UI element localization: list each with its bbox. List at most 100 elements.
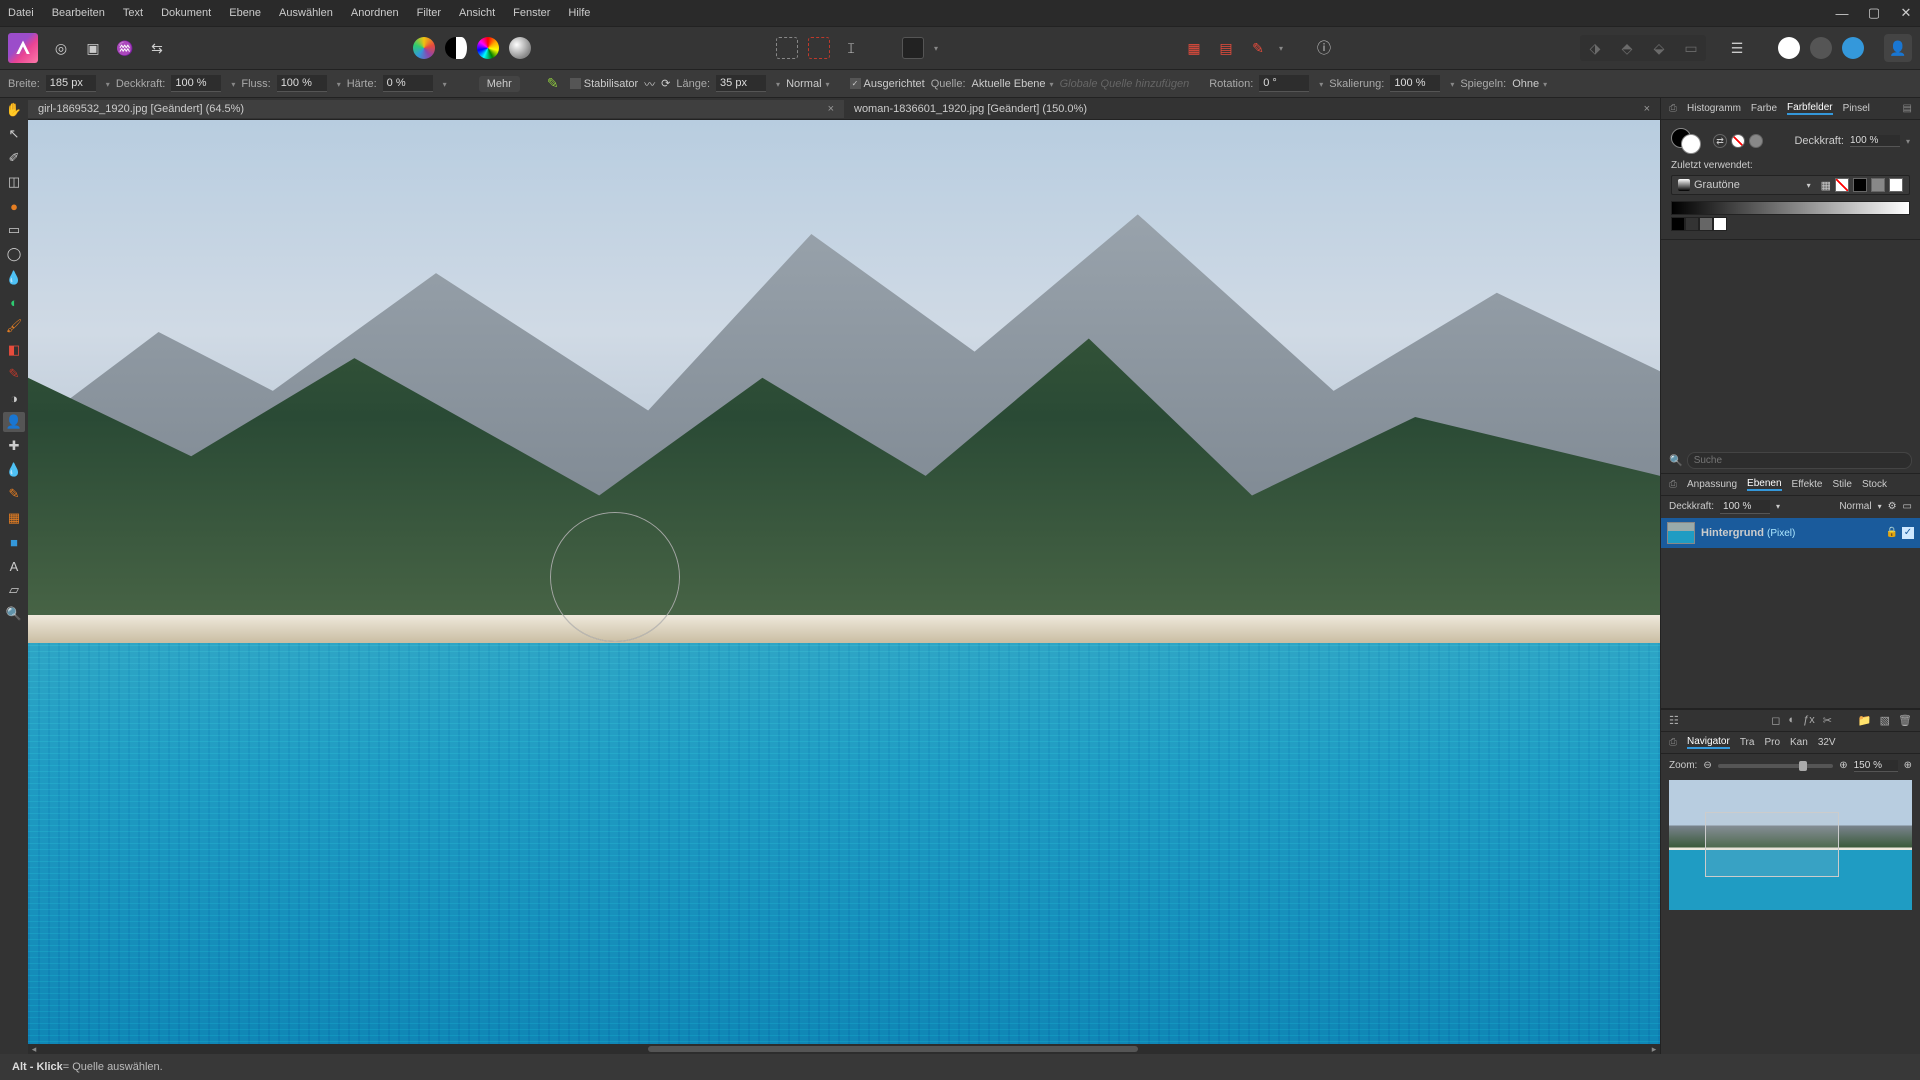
menu-help[interactable]: Hilfe (568, 7, 590, 19)
crop-tool-icon[interactable]: ◫ (3, 172, 25, 192)
menu-window[interactable]: Fenster (513, 7, 550, 19)
hardness-input[interactable] (383, 75, 433, 92)
document-tab-2[interactable]: woman-1836601_1920.jpg [Geändert] (150.0… (844, 100, 1660, 118)
develop-persona-icon[interactable]: ♒ (114, 37, 136, 59)
layer-blend-select[interactable]: Normal (1839, 501, 1871, 512)
length-dropdown-icon[interactable] (772, 78, 780, 90)
menu-text[interactable]: Text (123, 7, 143, 19)
layer-visible-checkbox[interactable]: ✓ (1902, 527, 1914, 539)
shape-tool-icon[interactable]: ■ (3, 532, 25, 552)
blur-tool-icon[interactable]: 💧 (3, 460, 25, 480)
mask-icon[interactable]: ◻ (1771, 714, 1780, 727)
menu-select[interactable]: Auswählen (279, 7, 333, 19)
width-dropdown-icon[interactable] (102, 78, 110, 90)
retouch-tool-icon[interactable]: ✎ (3, 484, 25, 504)
perspective-tool-icon[interactable]: ▱ (3, 580, 25, 600)
color-picker-tool-icon[interactable]: ✐ (3, 148, 25, 168)
close-tab-icon[interactable]: × (1644, 103, 1650, 115)
fx-icon[interactable]: ƒx (1803, 714, 1815, 727)
snap-icon[interactable]: ✎ (1247, 37, 1269, 59)
zoom-input[interactable] (1854, 760, 1898, 772)
mirror-select[interactable]: Ohne (1512, 78, 1547, 90)
scale-dropdown-icon[interactable] (1446, 78, 1454, 90)
tab-layers[interactable]: Ebenen (1747, 478, 1781, 491)
menu-layer[interactable]: Ebene (229, 7, 261, 19)
quickmask-icon[interactable]: 𝙸 (840, 37, 862, 59)
none-color-icon[interactable] (1731, 134, 1745, 148)
minimize-button[interactable]: — (1832, 6, 1852, 21)
menu-edit[interactable]: Bearbeiten (52, 7, 105, 19)
pen-tool-icon[interactable]: ✎ (3, 364, 25, 384)
gradient-tool-icon[interactable]: ◐ (3, 292, 25, 312)
arrange-icon[interactable]: ☰ (1726, 37, 1748, 59)
blend-ranges-icon[interactable]: ☷ (1669, 714, 1679, 727)
tab-adjustment[interactable]: Anpassung (1687, 479, 1737, 490)
info-icon[interactable]: ⓘ (1313, 37, 1335, 59)
swatch-white-icon[interactable] (1889, 178, 1903, 192)
document-tab-1[interactable]: girl-1869532_1920.jpg [Geändert] (64.5%)… (28, 100, 844, 118)
menu-filter[interactable]: Filter (417, 7, 441, 19)
length-input[interactable] (716, 75, 766, 92)
photo-persona-icon[interactable]: ◎ (50, 37, 72, 59)
tab-stock[interactable]: Stock (1862, 479, 1887, 490)
aligned-checkbox[interactable]: ✓Ausgerichtet (850, 78, 925, 90)
stabilizer-checkbox[interactable]: Stabilisator (570, 78, 638, 90)
swatch[interactable] (1685, 217, 1699, 231)
adjustment-icon[interactable]: ◐ (1788, 714, 1795, 727)
close-tab-icon[interactable]: × (828, 103, 834, 115)
menu-file[interactable]: Datei (8, 7, 34, 19)
flow-input[interactable] (277, 75, 327, 92)
canvas[interactable]: ◂ ▸ (28, 120, 1660, 1054)
source-select[interactable]: Aktuelle Ebene (972, 78, 1054, 90)
healing-tool-icon[interactable]: ✚ (3, 436, 25, 456)
pick-color-icon[interactable] (1749, 134, 1763, 148)
text-tool-icon[interactable]: A (3, 556, 25, 576)
group-icon[interactable]: 📁 (1858, 714, 1872, 727)
rotation-input[interactable] (1259, 75, 1309, 92)
window-mode-icon[interactable]: ⟳ (661, 77, 670, 90)
lasso-tool-icon[interactable]: ◯ (3, 244, 25, 264)
tab-protocol[interactable]: Pro (1764, 737, 1780, 748)
account-icon[interactable]: 👤 (1884, 34, 1912, 62)
selection-brush-tool-icon[interactable]: ● (3, 196, 25, 216)
color-opacity-input[interactable] (1850, 135, 1900, 147)
paint-brush-tool-icon[interactable]: 🖌 (3, 316, 25, 336)
menu-arrange[interactable]: Anordnen (351, 7, 399, 19)
mesh-tool-icon[interactable]: ▦ (3, 508, 25, 528)
export-persona-icon[interactable]: ⇆ (146, 37, 168, 59)
move-tool-icon[interactable]: ↖ (3, 124, 25, 144)
guides-icon[interactable]: ▤ (1215, 37, 1237, 59)
tab-32bit[interactable]: 32V (1818, 737, 1836, 748)
maximize-button[interactable]: ▢ (1864, 5, 1884, 21)
search-input[interactable] (1687, 452, 1912, 469)
layer-lock-icon[interactable]: ▭ (1903, 501, 1912, 512)
tab-navigator[interactable]: Navigator (1687, 736, 1730, 749)
swatch[interactable] (1713, 217, 1727, 231)
crop-layer-icon[interactable]: ✂ (1823, 714, 1832, 727)
zoom-in-icon[interactable]: ⊕ (1839, 760, 1847, 771)
zoom-slider-handle[interactable] (1799, 761, 1807, 771)
greyscale-icon[interactable] (445, 37, 467, 59)
scale-input[interactable] (1390, 75, 1440, 92)
hue-icon[interactable] (477, 37, 499, 59)
zoom-tool-icon[interactable]: 🔍 (3, 604, 25, 624)
layer-row[interactable]: Hintergrund (Pixel) 🔒 ✓ (1661, 518, 1920, 548)
hardness-dropdown-icon[interactable] (439, 78, 447, 90)
blend-mode-select[interactable]: Normal (786, 78, 829, 90)
opacity-dropdown-icon[interactable] (227, 78, 235, 90)
layer-gear-icon[interactable]: ⚙ (1888, 501, 1897, 512)
crop-dropdown-icon[interactable]: ▾ (934, 44, 938, 53)
tab-effects[interactable]: Effekte (1792, 479, 1823, 490)
swatch-grid-icon[interactable]: ▦ (1821, 179, 1831, 192)
swatch[interactable] (1671, 217, 1685, 231)
scroll-thumb[interactable] (648, 1046, 1138, 1052)
tab-color[interactable]: Farbe (1751, 103, 1777, 114)
snap-dropdown-icon[interactable]: ▾ (1279, 44, 1283, 53)
more-button[interactable]: Mehr (479, 76, 520, 92)
tab-transform[interactable]: Tra (1740, 737, 1755, 748)
colorwheel-icon[interactable] (413, 37, 435, 59)
liquify-persona-icon[interactable]: ▣ (82, 37, 104, 59)
layer-lock-toggle-icon[interactable]: 🔒 (1886, 527, 1898, 539)
horizontal-scrollbar[interactable]: ◂ ▸ (28, 1044, 1660, 1054)
scroll-left-icon[interactable]: ◂ (28, 1044, 40, 1055)
